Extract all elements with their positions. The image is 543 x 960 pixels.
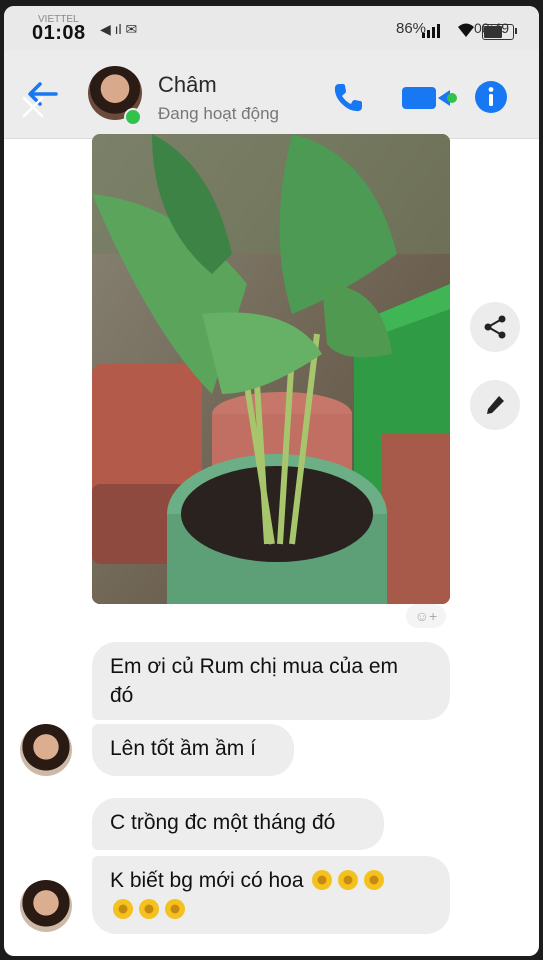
sender-avatar[interactable] xyxy=(20,724,72,776)
online-indicator xyxy=(124,108,142,126)
phone-frame: VIETTEL 01:08 ◀ ıl ✉ 86% 08:49 Châm Đang… xyxy=(0,0,543,960)
edit-button[interactable] xyxy=(470,380,520,430)
share-icon xyxy=(484,315,506,339)
add-reaction-icon[interactable]: ☺+ xyxy=(406,604,446,628)
share-button[interactable] xyxy=(470,302,520,352)
info-icon[interactable] xyxy=(474,80,508,114)
sender-avatar[interactable] xyxy=(20,880,72,932)
status-bar: VIETTEL 01:08 ◀ ıl ✉ 86% 08:49 xyxy=(4,6,539,50)
sunflower-emoji-icon xyxy=(312,870,333,890)
sunflower-emoji-icon xyxy=(139,899,159,919)
shared-photo-plant[interactable] xyxy=(92,134,450,604)
message-text-line1: Em ơi củ Rum chị mua của em xyxy=(110,655,399,678)
sunflower-emoji-icon xyxy=(165,899,185,919)
status-left-icons: ◀ ıl ✉ xyxy=(100,21,138,37)
close-icon[interactable] xyxy=(20,94,46,120)
wifi-icon xyxy=(458,23,474,37)
signal-icon xyxy=(422,24,440,38)
message-bubble-3[interactable]: C trồng đc một tháng đó xyxy=(92,798,384,850)
message-text-line2: đó xyxy=(110,684,134,707)
chat-header: Châm Đang hoạt động xyxy=(4,50,539,139)
message-text: C trồng đc một tháng đó xyxy=(110,811,336,834)
plant-photo-image xyxy=(92,134,450,604)
sunflower-emoji-icon xyxy=(338,870,359,890)
message-text: Lên tốt ầm ầm í xyxy=(110,737,256,760)
sunflower-emoji-icon xyxy=(113,899,133,919)
edit-pencil-icon xyxy=(487,396,504,414)
messenger-screen: VIETTEL 01:08 ◀ ıl ✉ 86% 08:49 Châm Đang… xyxy=(4,6,539,956)
message-bubble-2[interactable]: Lên tốt ầm ầm í xyxy=(92,724,294,776)
sunflower-emoji-icon xyxy=(364,870,385,890)
presence-status: Đang hoạt động xyxy=(158,104,279,123)
message-text: K biết bg mới có hoa xyxy=(110,869,304,892)
battery-icon xyxy=(482,24,517,40)
status-time: 01:08 xyxy=(32,22,86,44)
message-bubble-4[interactable]: K biết bg mới có hoa xyxy=(92,856,450,934)
phone-icon[interactable] xyxy=(330,80,366,116)
contact-name[interactable]: Châm xyxy=(158,72,217,98)
video-camera-icon[interactable] xyxy=(402,82,458,114)
message-bubble-1[interactable]: Em ơi củ Rum chị mua của em đó xyxy=(92,642,450,720)
